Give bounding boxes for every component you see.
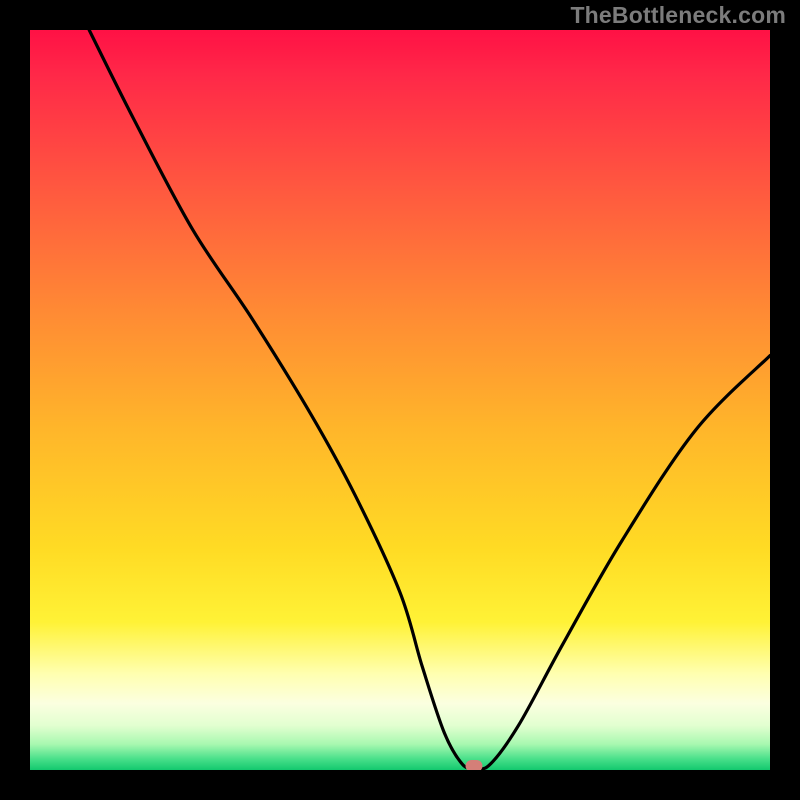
chart-frame: TheBottleneck.com (0, 0, 800, 800)
watermark-text: TheBottleneck.com (570, 2, 786, 29)
bottleneck-marker (466, 760, 483, 770)
plot-area (30, 30, 770, 770)
bottleneck-curve-path (89, 30, 770, 769)
curve-svg (30, 30, 770, 770)
